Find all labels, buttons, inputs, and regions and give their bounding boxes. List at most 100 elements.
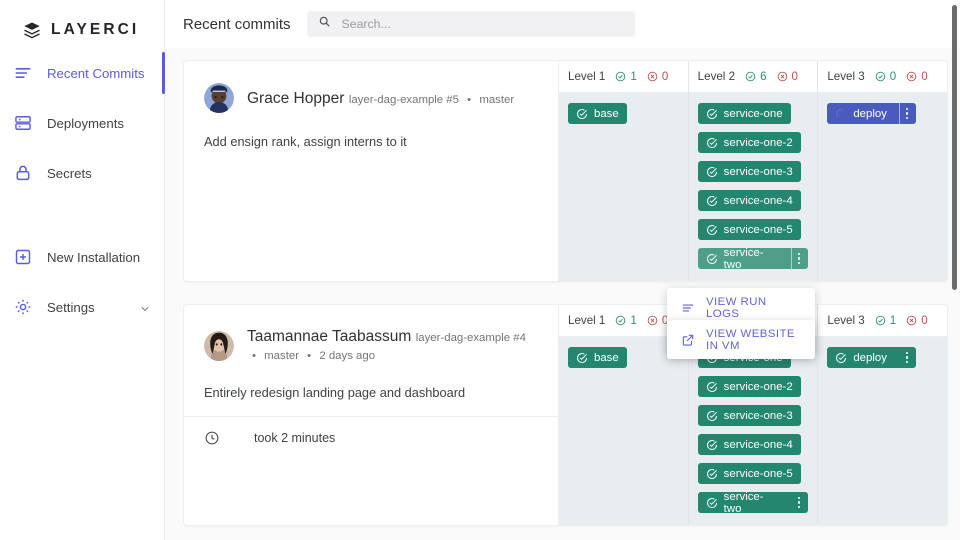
dag-node[interactable]: deploy [827,102,917,124]
node-context-menu-secondary: VIEW WEBSITE IN VM [667,320,815,359]
dag-node[interactable]: deploy [827,347,917,368]
commit-info: Taamannae Taabassum layer-dag-example #4… [184,305,559,525]
commit-author-row: Taamannae Taabassum layer-dag-example #4… [204,327,538,364]
dag-node[interactable]: service-one-4 [697,434,801,455]
check-circle-icon [706,137,717,148]
level-header: Level 1 1 0 [559,61,688,93]
clock-icon [204,430,220,446]
level-header: Level 2 6 0 [688,61,818,93]
dag-node-menu-button[interactable] [790,247,801,269]
commit-info-main: Grace Hopper layer-dag-example #5 • mast… [184,61,558,165]
dag-node-label: service-two [723,246,764,271]
main-content: Recent commits Search... Grace Hopper la… [165,0,960,540]
level-nodes: base [559,93,688,136]
level-nodes: deploy [818,337,947,380]
dag-node[interactable]: service-one-5 [697,463,801,484]
sidebar-item-deployments[interactable]: Deployments [0,106,164,140]
sidebar-item-label: Deployments [47,115,124,131]
chevron-down-icon [140,302,150,312]
commit-duration: took 2 minutes [254,431,336,445]
commit-message: Add ensign rank, assign interns to it [204,134,407,149]
dag-level: Level 3 1 0 deploy [817,305,947,525]
dag-node[interactable]: service-one-3 [697,161,801,182]
branch-name: master [264,350,299,362]
fail-counter: 0 [906,70,928,83]
dag-node-label: service-one-3 [723,165,793,178]
author-name: Grace Hopper [247,89,345,107]
fail-count: 0 [661,70,669,83]
sidebar-item-secrets[interactable]: Secrets [0,156,164,190]
pass-counter: 1 [875,314,896,327]
level-name: Level 1 [568,70,606,83]
pass-count: 1 [889,314,897,327]
dag-node-label: service-two [723,490,764,515]
repo-name: layer-dag-example #4 [415,332,526,344]
check-circle-icon [706,410,717,421]
check-circle-icon [706,253,717,264]
dag-node[interactable]: base [568,347,627,368]
server-stack-icon [13,113,33,133]
commit-card: Grace Hopper layer-dag-example #5 • mast… [183,60,948,282]
dag-node-label: service-one-5 [723,467,793,480]
dag-node-label: deploy [853,107,887,120]
pass-count: 6 [760,70,767,83]
dag-node[interactable]: service-one-4 [697,190,801,211]
dag-node[interactable]: service-two [697,246,809,271]
sidebar-item-new-installation[interactable]: New Installation [0,240,164,274]
search-box[interactable] [306,11,635,37]
dag-node-menu-button[interactable] [791,496,801,509]
pass-counter: 0 [875,70,896,83]
commit-meta: layer-dag-example #5 • master [349,94,514,106]
dag-node[interactable]: service-two [697,490,809,515]
repo-name: layer-dag-example #5 [348,93,459,106]
dag-columns: Level 1 1 0 [559,61,947,281]
sidebar-item-settings[interactable]: Settings [0,290,164,324]
menu-item-label: VIEW RUN LOGS [706,295,767,320]
dag-node[interactable]: service-one-2 [697,376,801,397]
commit-info: Grace Hopper layer-dag-example #5 • mast… [184,61,559,281]
level-header: Level 3 0 0 [818,61,947,93]
pass-counter: 6 [745,70,767,83]
check-circle-icon [577,352,587,363]
spinner-icon [836,108,842,117]
dag-node-menu-button[interactable] [898,102,909,124]
app-root: LAYERCI Recent Commits Deployments Secre… [0,0,960,540]
vertical-scrollbar-thumb[interactable] [952,5,957,290]
menu-item-label: VIEW WEBSITE IN VM [706,327,795,352]
fail-counter: 0 [647,70,668,83]
pass-counter: 1 [615,70,637,83]
dag-level: Level 1 1 0 base [559,61,688,281]
commits-scroll-area: Grace Hopper layer-dag-example #5 • mast… [165,48,960,540]
dag-node-menu-button[interactable] [899,351,909,364]
level-name: Level 3 [827,314,865,327]
dag-node[interactable]: service-one-2 [697,132,801,153]
sidebar-item-recent-commits[interactable]: Recent Commits [0,52,165,94]
sidebar-item-label: Settings [47,299,95,315]
pass-count: 1 [630,314,637,327]
check-circle-icon [706,195,717,206]
menu-item-view-run-logs[interactable]: VIEW RUN LOGS [667,294,815,321]
dag-node[interactable]: service-one [697,103,791,124]
check-circle-icon [706,497,717,508]
level-nodes: service-one service-one-2 [689,337,818,525]
commit-author-row: Grace Hopper layer-dag-example #5 • mast… [204,83,538,113]
level-nodes: deploy [818,93,947,136]
menu-item-view-website-in-vm[interactable]: VIEW WEBSITE IN VM [667,326,815,353]
page-title: Recent commits [183,15,291,33]
dag-node[interactable]: service-one-5 [697,219,801,240]
commit-info-main: Taamannae Taabassum layer-dag-example #4… [184,305,558,416]
dag-node[interactable]: base [568,103,627,124]
dag-node-label: service-one-2 [723,136,793,149]
meta-separator: • [252,350,256,362]
search-input[interactable] [339,16,624,32]
dag-node-label: deploy [853,351,887,364]
brand[interactable]: LAYERCI [0,0,164,46]
dag-node-label: service-one-4 [723,194,793,207]
dag-node[interactable]: service-one-3 [697,405,801,426]
dag-node-label: base [594,107,619,120]
avatar [204,83,234,113]
dag-node-label: base [594,351,619,364]
check-circle-icon [706,108,717,119]
check-circle-icon [706,381,717,392]
